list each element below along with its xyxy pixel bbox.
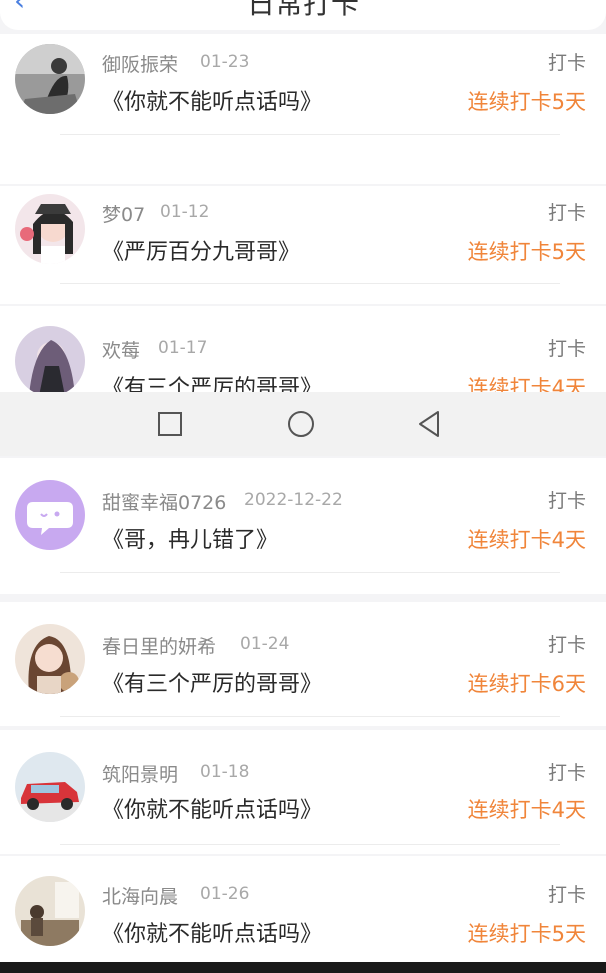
back-triangle-icon[interactable] <box>412 406 448 442</box>
avatar-photo-icon <box>15 624 85 694</box>
avatar-photo-icon <box>15 44 85 114</box>
avatar-photo-icon <box>15 326 85 392</box>
user-name: 欢莓 <box>102 340 141 362</box>
checkin-item[interactable]: 欢莓 01-17 《有三个严厉的哥哥》 打卡 连续打卡4天 <box>0 306 606 392</box>
divider <box>60 134 560 135</box>
checkin-date: 01-24 <box>240 634 290 654</box>
recent-apps-icon[interactable] <box>152 406 188 442</box>
checkin-label: 打卡 <box>547 490 586 512</box>
page-title: 日常打卡 <box>246 0 359 20</box>
streak-count: 连续打卡5天 <box>467 240 586 264</box>
user-avatar[interactable] <box>15 876 85 946</box>
user-avatar[interactable] <box>15 480 85 550</box>
streak-count: 连续打卡6天 <box>467 672 586 696</box>
checkin-date: 01-26 <box>200 884 250 904</box>
checkin-date: 01-23 <box>200 52 250 72</box>
checkin-item[interactable]: 梦07 01-12 《严厉百分九哥哥》 打卡 连续打卡5天 <box>0 186 606 304</box>
book-title[interactable]: 《严厉百分九哥哥》 <box>102 234 300 266</box>
checkin-item[interactable]: 筑阳景明 01-18 《你就不能听点话吗》 打卡 连续打卡4天 <box>0 730 606 854</box>
checkin-label: 打卡 <box>547 338 586 360</box>
streak-count: 连续打卡4天 <box>467 798 586 822</box>
user-name: 春日里的妍希 <box>102 636 217 658</box>
user-name: 北海向晨 <box>102 886 179 908</box>
divider <box>60 283 560 284</box>
user-avatar[interactable] <box>15 624 85 694</box>
streak-count: 连续打卡4天 <box>467 528 586 552</box>
checkin-item[interactable]: 春日里的妍希 01-24 《有三个严厉的哥哥》 打卡 连续打卡6天 <box>0 602 606 726</box>
book-title[interactable]: 《有三个严厉的哥哥》 <box>102 666 322 698</box>
bottom-edge <box>0 962 606 973</box>
divider <box>60 844 560 845</box>
user-avatar[interactable] <box>15 44 85 114</box>
book-title[interactable]: 《你就不能听点话吗》 <box>102 84 322 116</box>
checkin-label: 打卡 <box>547 762 586 784</box>
avatar-photo-icon <box>15 194 85 264</box>
checkin-date: 01-18 <box>200 762 250 782</box>
checkin-label: 打卡 <box>547 634 586 656</box>
checkin-item[interactable]: 北海向晨 01-26 《你就不能听点话吗》 打卡 连续打卡5天 <box>0 856 606 962</box>
checkin-item[interactable]: 甜蜜幸福0726 2022-12-22 《哥，冉儿错了》 打卡 连续打卡4天 <box>0 458 606 594</box>
streak-count: 连续打卡5天 <box>467 922 586 946</box>
user-name: 御阪振荣 <box>102 54 179 76</box>
system-navigation-bar <box>0 392 606 456</box>
divider <box>60 572 560 573</box>
app-header: ‹ 日常打卡 <box>0 0 606 30</box>
user-avatar[interactable] <box>15 194 85 264</box>
avatar-photo-icon <box>15 752 85 822</box>
user-name: 筑阳景明 <box>102 764 179 786</box>
book-title[interactable]: 《你就不能听点话吗》 <box>102 792 322 824</box>
checkin-date: 01-12 <box>160 202 210 222</box>
divider <box>60 716 560 717</box>
checkin-label: 打卡 <box>547 202 586 224</box>
checkin-label: 打卡 <box>547 884 586 906</box>
checkin-label: 打卡 <box>547 52 586 74</box>
home-icon[interactable] <box>283 406 319 442</box>
user-name: 甜蜜幸福0726 <box>102 492 227 514</box>
chat-bubble-icon <box>15 480 85 550</box>
book-title[interactable]: 《你就不能听点话吗》 <box>102 916 322 948</box>
user-avatar[interactable] <box>15 326 85 392</box>
user-avatar[interactable] <box>15 752 85 822</box>
checkin-date: 2022-12-22 <box>244 490 343 510</box>
book-title[interactable]: 《有三个严厉的哥哥》 <box>102 370 322 392</box>
streak-count: 连续打卡4天 <box>467 376 586 392</box>
book-title[interactable]: 《哥，冉儿错了》 <box>102 522 278 554</box>
avatar-photo-icon <box>15 876 85 946</box>
streak-count: 连续打卡5天 <box>467 90 586 114</box>
checkin-date: 01-17 <box>158 338 208 358</box>
user-name: 梦07 <box>102 204 146 226</box>
checkin-item[interactable]: 御阪振荣 01-23 《你就不能听点话吗》 打卡 连续打卡5天 <box>0 34 606 184</box>
